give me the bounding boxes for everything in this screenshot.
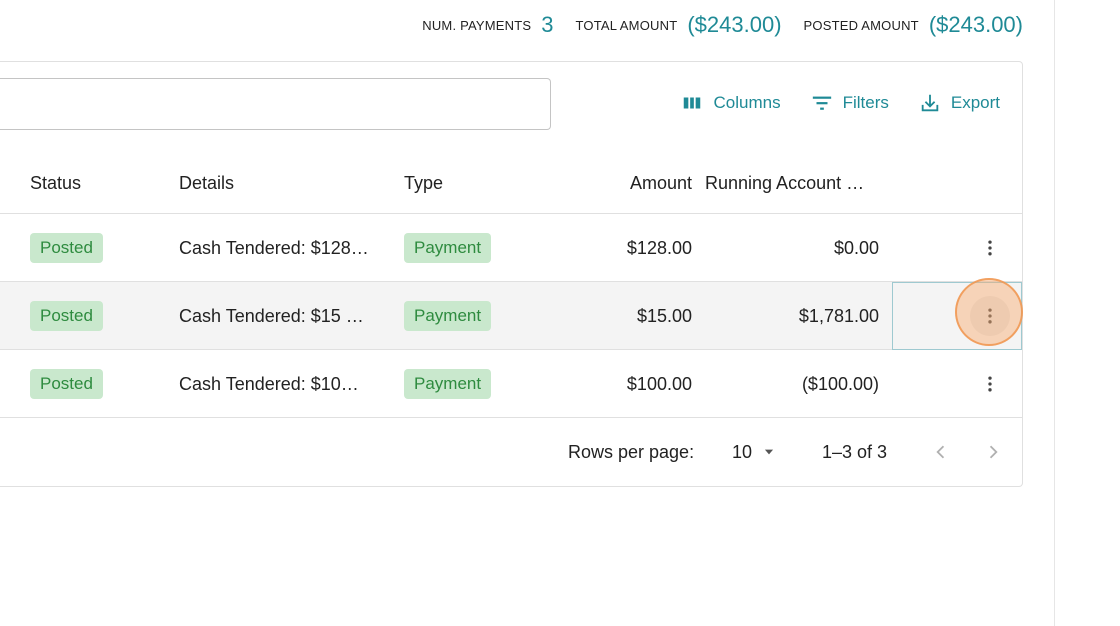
- export-button[interactable]: Export: [919, 92, 1000, 114]
- table-row[interactable]: Posted Cash Tendered: $15 … Payment $15.…: [0, 282, 1022, 350]
- type-cell: Payment: [404, 282, 492, 350]
- table-row[interactable]: Posted Cash Tendered: $10… Payment $100.…: [0, 350, 1022, 418]
- next-page-button[interactable]: [982, 418, 1004, 486]
- type-cell: Payment: [404, 350, 492, 418]
- export-label: Export: [950, 93, 1000, 112]
- running-account-cell: ($100.00): [801, 373, 879, 394]
- column-header-amount[interactable]: Amount: [558, 152, 692, 214]
- more-vertical-icon: [988, 376, 992, 392]
- pagination-footer: Rows per page: 10 1–3 of 3: [0, 418, 1022, 486]
- type-badge: Payment: [404, 369, 492, 399]
- type-badge: Payment: [404, 301, 492, 331]
- pagination-range: 1–3 of 3: [822, 441, 888, 462]
- page: NUM. PAYMENTS 3 TOTAL AMOUNT ($243.00) P…: [0, 0, 1120, 626]
- posted-amount-value: ($243.00): [928, 12, 1023, 37]
- column-header-type[interactable]: Type: [404, 152, 443, 214]
- panel-divider: [1054, 0, 1055, 626]
- type-badge: Payment: [404, 233, 492, 263]
- num-payments-summary: NUM. PAYMENTS 3: [422, 12, 553, 38]
- status-cell: Posted: [30, 350, 103, 418]
- status-cell: Posted: [30, 214, 103, 282]
- payments-grid: Columns Filters Export Status Details Ty…: [0, 61, 1023, 487]
- download-icon: [921, 94, 939, 112]
- search-input[interactable]: [0, 78, 551, 130]
- grid-toolbar: Columns Filters Export: [681, 92, 1000, 114]
- row-actions-button[interactable]: [970, 364, 1010, 404]
- rows-per-page-select[interactable]: 10: [732, 418, 776, 486]
- column-header-status[interactable]: Status: [30, 152, 81, 214]
- posted-amount-label: POSTED AMOUNT: [803, 17, 919, 33]
- row-actions-button[interactable]: [970, 228, 1010, 268]
- columns-icon: [684, 97, 701, 109]
- filters-button[interactable]: Filters: [811, 92, 889, 114]
- details-cell: Cash Tendered: $10…: [179, 373, 359, 394]
- previous-page-button[interactable]: [930, 418, 952, 486]
- type-cell: Payment: [404, 214, 492, 282]
- posted-amount-summary: POSTED AMOUNT ($243.00): [804, 12, 1023, 38]
- total-amount-label: TOTAL AMOUNT: [575, 17, 678, 33]
- num-payments-label: NUM. PAYMENTS: [422, 17, 532, 33]
- column-header-row: Status Details Type Amount Running Accou…: [0, 152, 1022, 214]
- filter-icon: [812, 96, 831, 110]
- total-amount-summary: TOTAL AMOUNT ($243.00): [576, 12, 782, 38]
- amount-cell: $100.00: [626, 373, 692, 394]
- running-account-cell: $1,781.00: [798, 305, 879, 326]
- columns-label: Columns: [713, 93, 781, 112]
- num-payments-value: 3: [541, 12, 554, 37]
- filters-label: Filters: [842, 93, 889, 112]
- amount-cell: $128.00: [626, 237, 692, 258]
- column-header-running-account[interactable]: Running Account …: [705, 152, 864, 214]
- status-badge: Posted: [30, 301, 103, 331]
- click-indicator: [955, 278, 1023, 346]
- columns-button[interactable]: Columns: [681, 92, 781, 114]
- caret-down-icon: [764, 449, 774, 455]
- payment-summary: NUM. PAYMENTS 3 TOTAL AMOUNT ($243.00) P…: [400, 10, 1023, 40]
- status-badge: Posted: [30, 233, 103, 263]
- table-row[interactable]: Posted Cash Tendered: $128… Payment $128…: [0, 214, 1022, 282]
- rows-per-page-value: 10: [732, 441, 753, 462]
- chevron-right-icon: [989, 445, 998, 459]
- chevron-left-icon: [936, 445, 945, 459]
- details-cell: Cash Tendered: $128…: [179, 237, 369, 258]
- status-cell: Posted: [30, 282, 103, 350]
- total-amount-value: ($243.00): [687, 12, 782, 37]
- rows-per-page-label: Rows per page:: [568, 441, 695, 462]
- more-vertical-icon: [988, 240, 992, 256]
- running-account-cell: $0.00: [833, 237, 879, 258]
- details-cell: Cash Tendered: $15 …: [179, 305, 364, 326]
- amount-cell: $15.00: [636, 305, 692, 326]
- column-header-details[interactable]: Details: [179, 152, 234, 214]
- status-badge: Posted: [30, 369, 103, 399]
